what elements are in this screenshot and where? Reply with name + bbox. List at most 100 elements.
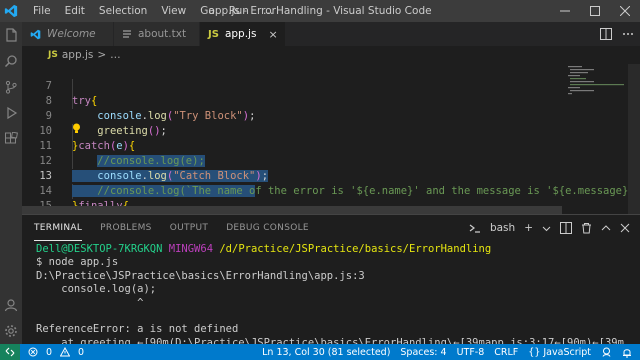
tab-app-js[interactable]: JS app.js × [200,22,286,46]
prompt-shell: MINGW64 [168,243,214,255]
code-line: 15 console.log("Finally Block"); [22,184,562,227]
tab-terminal[interactable]: TERMINAL [34,215,83,241]
code-line: 10 }catch(e){ [22,109,562,152]
manage-button[interactable] [0,318,22,344]
panel-tabs: TERMINAL PROBLEMS OUTPUT DEBUG CONSOLE b… [22,215,640,241]
terminal-output[interactable]: Dell@DESKTOP-7KRGKQN MINGW64 /d/Practice… [22,243,640,350]
breadcrumb-separator: > [97,49,107,61]
search-icon [4,55,17,68]
js-file-icon: JS [48,50,58,60]
split-editor-icon[interactable] [600,28,612,40]
terminal-line: console.log(a); [36,283,157,296]
code-editor[interactable]: 7 try{ 8 console.log("Try Block"); 9 gre… [22,64,640,242]
chevron-up-icon[interactable] [601,223,611,233]
minimize-button[interactable] [550,0,580,22]
terminal-line: $ node app.js [36,256,119,269]
more-actions-icon[interactable] [622,28,634,40]
vscode-logo-icon [4,4,18,18]
tab-output[interactable]: OUTPUT [170,215,208,241]
code-line: 9 greeting(); [22,94,562,137]
breadcrumb-more[interactable]: … [110,49,121,61]
language-label: JavaScript [543,346,591,358]
files-icon [6,28,17,42]
activity-bar [0,22,22,344]
tab-label: app.js [224,28,257,40]
bell-icon[interactable] [622,347,632,358]
code-line: 8 console.log("Try Block"); [22,79,562,122]
minimize-icon [560,10,570,12]
warning-count[interactable]: 0 [78,347,84,358]
error-count[interactable]: 0 [46,347,52,358]
tab-about-txt[interactable]: about.txt [114,22,200,46]
close-icon[interactable] [620,223,630,233]
file-lines-icon [123,30,131,38]
menu-edit[interactable]: Edit [58,0,92,22]
bottom-panel: TERMINAL PROBLEMS OUTPUT DEBUG CONSOLE b… [22,214,640,349]
chevron-down-icon[interactable] [542,224,551,233]
trash-icon[interactable] [581,222,592,234]
tab-label: about.txt [138,28,187,40]
breadcrumb-file[interactable]: app.js [62,49,94,61]
minimap[interactable] [568,64,628,214]
menu-selection[interactable]: Selection [92,0,154,22]
extensions-button[interactable] [0,126,22,152]
remote-icon [5,347,15,357]
menu-run[interactable]: Run [222,0,256,22]
code-line: 11 //console.log(e); [22,124,562,167]
explorer-button[interactable] [0,22,22,48]
error-icon [28,347,38,357]
tab-debug-console[interactable]: DEBUG CONSOLE [226,215,309,241]
menu-view[interactable]: View [154,0,193,22]
js-file-icon: JS [208,28,219,40]
prompt-user: Dell@DESKTOP-7KRGKQN [36,243,163,255]
prompt-path: /d/Practice/JSPractice/basics/ErrorHandl… [219,243,492,255]
code-line: 7 try{ [22,64,562,107]
run-debug-button[interactable] [0,100,22,126]
menu-more[interactable]: … [256,0,281,22]
lightbulb-icon[interactable] [72,123,81,134]
close-tab-button[interactable]: × [268,28,277,41]
code-line: 13 //console.log(`The name of the error … [22,154,640,197]
code-line: 14 }finally{ [22,169,562,212]
encoding[interactable]: UTF-8 [457,347,485,358]
tab-welcome[interactable]: Welcome [22,22,114,46]
menu-go[interactable]: Go [193,0,222,22]
source-control-icon [5,80,17,94]
close-window-button[interactable] [610,0,640,22]
breadcrumb: JS app.js > … [22,46,121,64]
maximize-button[interactable] [580,0,610,22]
extensions-icon [5,132,18,144]
terminal-line: D:\Practice\JSPractice\basics\ErrorHandl… [36,269,365,282]
source-control-button[interactable] [0,74,22,100]
maximize-icon [590,6,600,16]
remote-indicator[interactable] [0,344,20,360]
line-ending[interactable]: CRLF [494,347,518,358]
run-debug-icon [7,106,18,120]
braces-icon: {} [528,346,541,358]
menu-file[interactable]: File [26,0,58,22]
editor-vertical-scrollbar[interactable] [628,64,640,214]
tab-problems[interactable]: PROBLEMS [100,215,152,241]
cursor-position[interactable]: Ln 13, Col 30 (81 selected) [262,347,390,358]
warning-icon [60,347,71,357]
terminal-icon [469,224,480,233]
terminal-shell-select[interactable]: bash [490,222,515,234]
feedback-icon[interactable] [601,347,612,357]
language-mode[interactable]: {} JavaScript [528,347,591,358]
split-terminal-icon[interactable] [560,222,572,234]
tab-label: Welcome [47,28,96,40]
terminal-line: ^ [36,296,144,309]
gear-icon [5,325,17,337]
indentation[interactable]: Spaces: 4 [400,347,446,358]
search-button[interactable] [0,48,22,74]
editor-horizontal-scrollbar[interactable] [22,206,562,214]
close-icon [620,6,630,16]
editor-tabs: Welcome about.txt JS app.js × [22,22,640,46]
new-terminal-button[interactable]: + [524,222,533,234]
terminal-prompt: Dell@DESKTOP-7KRGKQN MINGW64 /d/Practice… [36,243,640,256]
title-bar: File Edit Selection View Go Run … app.js… [0,0,640,22]
accounts-button[interactable] [0,292,22,318]
terminal-line: ReferenceError: a is not defined [36,323,239,336]
account-icon [4,299,18,312]
